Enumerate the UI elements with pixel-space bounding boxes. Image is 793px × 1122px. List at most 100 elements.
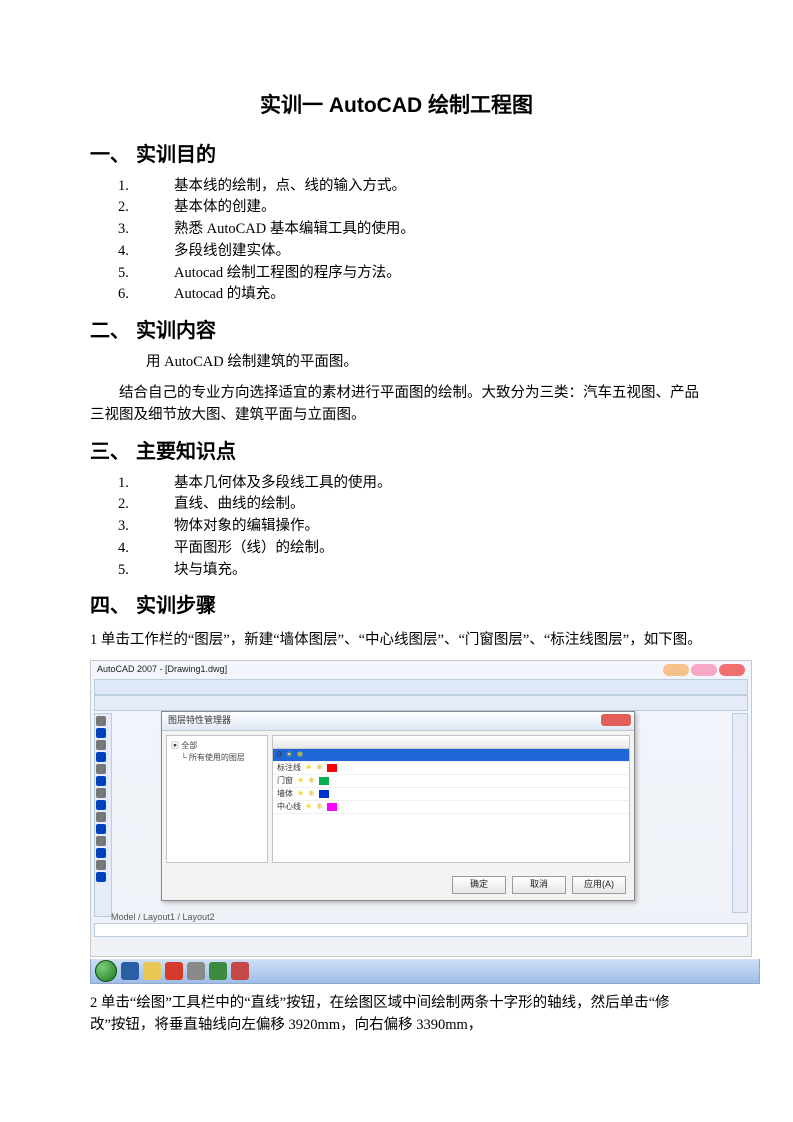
layer-name: 中心线 <box>277 801 301 813</box>
list-item-text: 块与填充。 <box>174 562 247 578</box>
list-item-text: 熟悉 AutoCAD 基本编辑工具的使用。 <box>174 221 415 237</box>
cancel-button[interactable]: 取消 <box>512 876 566 894</box>
list-item: 5.Autocad 绘制工程图的程序与方法。 <box>146 263 703 285</box>
list-item: 2.直线、曲线的绘制。 <box>146 494 703 516</box>
layer-filter-tree[interactable]: ▣ 全部 └ 所有使用的图层 <box>166 735 268 863</box>
layer-row[interactable]: 墙体 ☀❄ <box>273 788 629 801</box>
color-swatch <box>327 803 337 811</box>
modify-toolbar[interactable] <box>732 713 748 913</box>
taskbar-autocad-icon[interactable] <box>231 962 249 980</box>
layer-name: 门窗 <box>277 775 293 787</box>
list-item-text: 基本几何体及多段线工具的使用。 <box>174 475 392 491</box>
section-3-list: 1.基本几何体及多段线工具的使用。 2.直线、曲线的绘制。 3.物体对象的编辑操… <box>146 473 703 582</box>
window-controls <box>663 664 745 676</box>
close-icon[interactable] <box>719 664 745 676</box>
list-item: 6.Autocad 的填充。 <box>146 284 703 306</box>
section-1-heading: 一、实训目的 <box>90 140 703 170</box>
section-1-num: 一、 <box>90 140 136 170</box>
app-title: AutoCAD 2007 - [Drawing1.dwg] <box>97 663 227 677</box>
section-1-label: 实训目的 <box>136 144 216 166</box>
list-item: 1.基本线的绘制，点、线的输入方式。 <box>146 176 703 198</box>
apply-button[interactable]: 应用(A) <box>572 876 626 894</box>
layer-row[interactable]: 门窗 ☀❄ <box>273 775 629 788</box>
taskbar-folder-icon[interactable] <box>143 962 161 980</box>
list-item: 4.平面图形（线）的绘制。 <box>146 538 703 560</box>
list-item-text: Autocad 绘制工程图的程序与方法。 <box>174 265 401 281</box>
tool-icon[interactable] <box>96 860 106 870</box>
layer-name: 墙体 <box>277 788 293 800</box>
start-button[interactable] <box>95 960 117 982</box>
list-item-text: 物体对象的编辑操作。 <box>174 518 319 534</box>
list-item-text: 多段线创建实体。 <box>174 243 290 259</box>
list-item: 5.块与填充。 <box>146 560 703 582</box>
page-title: 实训一 AutoCAD 绘制工程图 <box>90 90 703 122</box>
tool-icon[interactable] <box>96 740 106 750</box>
ok-button[interactable]: 确定 <box>452 876 506 894</box>
list-item-text: 平面图形（线）的绘制。 <box>174 540 334 556</box>
taskbar-app-icon[interactable] <box>209 962 227 980</box>
layer-row[interactable]: 中心线 ☀❄ <box>273 801 629 814</box>
draw-toolbar[interactable] <box>94 713 112 917</box>
dialog-close-icon[interactable] <box>601 714 631 726</box>
list-item: 3.物体对象的编辑操作。 <box>146 516 703 538</box>
color-swatch <box>319 790 329 798</box>
tool-icon[interactable] <box>96 776 106 786</box>
tool-icon[interactable] <box>96 728 106 738</box>
layer-row[interactable]: 0 ☀❄ <box>273 749 629 762</box>
section-2-para-text: 结合自己的专业方向选择适宜的素材进行平面图的绘制。大致分为三类：汽车五视图、产品… <box>90 385 699 423</box>
color-swatch <box>319 777 329 785</box>
list-item: 4.多段线创建实体。 <box>146 241 703 263</box>
list-item: 1.基本几何体及多段线工具的使用。 <box>146 473 703 495</box>
embedded-screenshot: AutoCAD 2007 - [Drawing1.dwg] 图层特性管理器 ▣ … <box>90 660 752 957</box>
layer-list[interactable]: 0 ☀❄ 标注线 ☀❄ 门窗 ☀❄ 墙体 <box>272 735 630 863</box>
tree-node[interactable]: ▣ 全部 <box>171 740 263 752</box>
windows-taskbar <box>90 959 760 984</box>
tool-icon[interactable] <box>96 848 106 858</box>
tool-icon[interactable] <box>96 764 106 774</box>
toolbar-strip[interactable] <box>94 695 748 711</box>
layer-row[interactable]: 标注线 ☀❄ <box>273 762 629 775</box>
tool-icon[interactable] <box>96 872 106 882</box>
list-item-text: 基本体的创建。 <box>174 199 276 215</box>
section-2-heading: 二、实训内容 <box>90 316 703 346</box>
section-3-label: 主要知识点 <box>136 441 236 463</box>
layer-name: 标注线 <box>277 762 301 774</box>
section-3-heading: 三、主要知识点 <box>90 437 703 467</box>
dialog-title: 图层特性管理器 <box>168 714 231 728</box>
section-4-label: 实训步骤 <box>136 595 216 617</box>
list-item-text: Autocad 的填充。 <box>174 286 285 302</box>
tool-icon[interactable] <box>96 824 106 834</box>
taskbar-app-icon[interactable] <box>165 962 183 980</box>
tree-node[interactable]: └ 所有使用的图层 <box>171 752 263 764</box>
list-item: 3.熟悉 AutoCAD 基本编辑工具的使用。 <box>146 219 703 241</box>
list-item-text: 直线、曲线的绘制。 <box>174 496 305 512</box>
taskbar-app-icon[interactable] <box>187 962 205 980</box>
color-swatch <box>307 751 317 759</box>
menu-bar[interactable] <box>94 679 748 695</box>
section-2-para: 结合自己的专业方向选择适宜的素材进行平面图的绘制。大致分为三类：汽车五视图、产品… <box>90 382 703 427</box>
color-swatch <box>327 764 337 772</box>
section-2-label: 实训内容 <box>136 320 216 342</box>
section-2-line1: 用 AutoCAD 绘制建筑的平面图。 <box>146 352 703 374</box>
taskbar-ie-icon[interactable] <box>121 962 139 980</box>
section-4-num: 四、 <box>90 591 136 621</box>
section-1-list: 1.基本线的绘制，点、线的输入方式。 2.基本体的创建。 3.熟悉 AutoCA… <box>146 176 703 307</box>
list-item: 2.基本体的创建。 <box>146 197 703 219</box>
tool-icon[interactable] <box>96 800 106 810</box>
section-4-heading: 四、实训步骤 <box>90 591 703 621</box>
tool-icon[interactable] <box>96 752 106 762</box>
step-2-text: 2 单击“绘图”工具栏中的“直线”按钮，在绘图区域中间绘制两条十字形的轴线，然后… <box>90 992 703 1037</box>
tree-node-label: 全部 <box>181 741 197 750</box>
tree-node-label: 所有使用的图层 <box>189 753 245 762</box>
layer-name: 0 <box>277 749 281 761</box>
tool-icon[interactable] <box>96 836 106 846</box>
tool-icon[interactable] <box>96 812 106 822</box>
step-1-text: 1 单击工作栏的“图层”，新建“墙体图层”、“中心线图层”、“门窗图层”、“标注… <box>90 629 703 651</box>
command-line[interactable] <box>94 923 748 937</box>
tool-icon[interactable] <box>96 716 106 726</box>
maximize-icon[interactable] <box>691 664 717 676</box>
layer-list-header[interactable] <box>273 736 629 749</box>
minimize-icon[interactable] <box>663 664 689 676</box>
tool-icon[interactable] <box>96 788 106 798</box>
section-2-num: 二、 <box>90 316 136 346</box>
